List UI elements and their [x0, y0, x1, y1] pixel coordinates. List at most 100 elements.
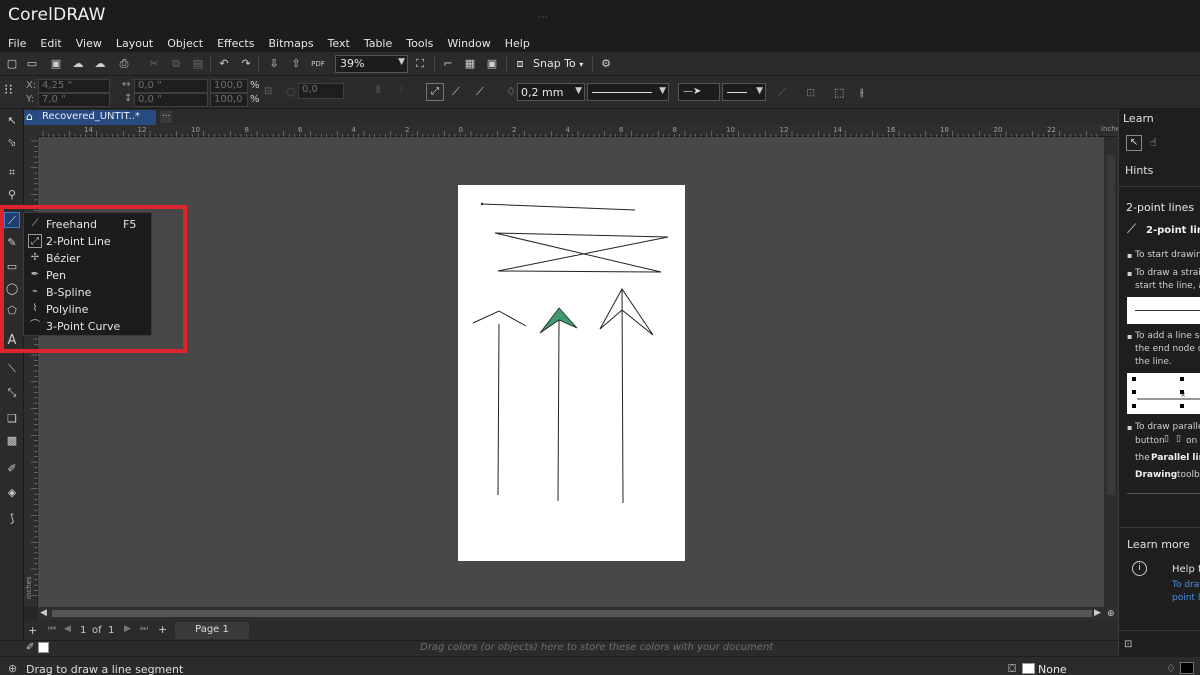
undo-icon[interactable]: ↶: [216, 56, 232, 72]
new-document-icon[interactable]: ▢: [4, 56, 20, 72]
export-icon[interactable]: ⇧: [288, 56, 304, 72]
two-point-mode-icon[interactable]: ⤢: [426, 83, 444, 101]
bounding-box-icon[interactable]: ⬚: [834, 86, 844, 99]
zoom-tool-icon[interactable]: ⚲: [4, 187, 20, 203]
help-topic-link[interactable]: point li: [1172, 593, 1200, 603]
end-arrowhead-combo[interactable]: ▼: [722, 83, 766, 101]
menu-layout[interactable]: Layout: [116, 37, 160, 50]
lock-ratio-icon[interactable]: ⊟: [264, 86, 272, 97]
redo-icon[interactable]: ↷: [238, 56, 254, 72]
hint-text: the end node of: [1135, 344, 1200, 354]
zoom-level-combo[interactable]: 39% ▼: [335, 55, 408, 73]
menu-file[interactable]: File: [8, 37, 33, 50]
import-icon[interactable]: ⇩: [266, 56, 282, 72]
scale-width-field[interactable]: 100,0: [210, 79, 248, 93]
line-style-combo[interactable]: ▼: [587, 83, 669, 101]
mirror-horizontal-icon[interactable]: ⫴: [376, 85, 380, 96]
home-icon[interactable]: ⌂: [26, 110, 33, 123]
menu-window[interactable]: Window: [447, 37, 497, 50]
menu-bitmaps[interactable]: Bitmaps: [268, 37, 320, 50]
cut-icon[interactable]: ✂: [146, 56, 162, 72]
parallel-dimension-icon[interactable]: ⟍: [4, 361, 20, 377]
tangent-line-icon[interactable]: ⟋: [476, 85, 484, 99]
scale-height-field[interactable]: 100,0: [210, 93, 248, 107]
full-screen-icon[interactable]: ⛶: [412, 56, 428, 72]
publish-pdf-icon[interactable]: PDF: [310, 56, 326, 72]
pick-tool-icon[interactable]: ↖: [4, 113, 20, 129]
add-page-before-icon[interactable]: +: [28, 624, 37, 637]
next-page-icon[interactable]: ▶: [124, 624, 131, 634]
smart-fill-icon[interactable]: ⟆: [4, 511, 20, 527]
last-page-icon[interactable]: ⏭: [140, 624, 148, 634]
document-tab[interactable]: Recovered_UNTIT..*: [24, 110, 156, 125]
scroll-right-icon[interactable]: ▶: [1094, 608, 1101, 618]
hint-text: To add a line seg: [1135, 331, 1200, 341]
shape-tool-icon[interactable]: ⬂: [4, 135, 20, 151]
hints-hand-icon[interactable]: ☝: [1150, 136, 1157, 149]
rotation-angle-field[interactable]: 0,0: [298, 83, 344, 99]
menu-view[interactable]: View: [76, 37, 109, 50]
align-distribute-icon[interactable]: ⫲: [860, 86, 864, 100]
options-gear-icon[interactable]: ⚙: [598, 56, 614, 72]
help-topic-title: Help t: [1172, 564, 1200, 575]
docker-tab-learn[interactable]: Learn: [1123, 112, 1154, 125]
drop-shadow-icon[interactable]: ❑: [4, 411, 20, 427]
menu-text[interactable]: Text: [328, 37, 357, 50]
y-position-field[interactable]: 7,0 ": [38, 93, 110, 107]
add-page-after-icon[interactable]: +: [158, 623, 167, 636]
fill-none-swatch[interactable]: [1022, 663, 1035, 674]
hints-pointer-icon[interactable]: ↖: [1126, 135, 1142, 151]
ruler-origin[interactable]: [24, 125, 38, 137]
x-position-field[interactable]: 4,25 ": [38, 79, 110, 93]
menu-help[interactable]: Help: [505, 37, 537, 50]
horizontal-scroll-thumb[interactable]: [52, 610, 1092, 617]
eyedropper-icon[interactable]: ✐: [4, 461, 20, 477]
previous-page-icon[interactable]: ◀: [64, 624, 71, 634]
width-field[interactable]: 0,0 ": [134, 79, 208, 93]
copy-icon[interactable]: ⧉: [168, 56, 184, 72]
cloud-save-icon[interactable]: ☁: [70, 56, 86, 72]
transparency-icon[interactable]: ▩: [4, 433, 20, 449]
menu-edit[interactable]: Edit: [40, 37, 68, 50]
menu-effects[interactable]: Effects: [217, 37, 261, 50]
rulers-icon[interactable]: ⌐: [440, 56, 456, 72]
perpendicular-line-icon[interactable]: ⟋: [452, 85, 460, 99]
connector-tool-icon[interactable]: ⤡: [4, 385, 20, 401]
navigator-icon[interactable]: ⊕: [1107, 609, 1115, 619]
cloud-upload-icon[interactable]: ☁: [92, 56, 108, 72]
more-tabs-icon[interactable]: ⋯: [160, 111, 172, 123]
reverse-direction-icon[interactable]: ⟋: [778, 86, 786, 100]
snap-to-button[interactable]: Snap To ▾: [533, 56, 583, 72]
outline-color-swatch[interactable]: [1180, 662, 1194, 674]
document-page[interactable]: [458, 185, 685, 561]
menu-object[interactable]: Object: [167, 37, 210, 50]
vertical-scroll-thumb[interactable]: [1107, 155, 1115, 495]
guidelines-icon[interactable]: ▣: [484, 56, 500, 72]
crop-tool-icon[interactable]: ⌗: [4, 165, 20, 181]
object-origin-icon[interactable]: ⁝⁝: [4, 82, 13, 98]
outline-width-combo[interactable]: 0,2 mm ▼: [517, 83, 585, 101]
info-plus-icon[interactable]: ⊕: [8, 662, 17, 675]
no-color-swatch[interactable]: [38, 642, 49, 653]
height-field[interactable]: 0,0 ": [134, 93, 208, 107]
scroll-left-icon[interactable]: ◀: [40, 608, 47, 618]
snap-icon[interactable]: ⧈: [512, 56, 528, 72]
start-arrowhead-combo[interactable]: —➤: [678, 83, 720, 101]
grid-icon[interactable]: ▦: [462, 56, 478, 72]
print-icon[interactable]: ⎙: [116, 56, 132, 72]
menu-tools[interactable]: Tools: [406, 37, 440, 50]
page-tab[interactable]: Page 1: [175, 622, 249, 639]
mirror-vertical-icon[interactable]: ⫶: [400, 85, 403, 96]
ruler-ticks: 14 12 10 8 6 4 2 0 2 4 6 8 10 12 14 16 18 20 22: [42, 126, 1098, 137]
interactive-fill-icon[interactable]: ◈: [4, 485, 20, 501]
menu-table[interactable]: Table: [364, 37, 399, 50]
open-icon[interactable]: ▭: [24, 56, 40, 72]
help-topic-link[interactable]: To draw: [1172, 580, 1200, 590]
eyedropper-small-icon[interactable]: ✐: [26, 642, 34, 653]
horizontal-ruler[interactable]: 14 12 10 8 6 4 2 0 2 4 6 8 10 12 14 16 18 20 22 inches: [38, 125, 1124, 137]
close-curve-icon[interactable]: ⊡: [806, 86, 815, 99]
docker-lock-icon[interactable]: ⊡: [1124, 639, 1132, 650]
paste-icon[interactable]: ▤: [190, 56, 206, 72]
first-page-icon[interactable]: ⏮: [48, 624, 56, 634]
save-icon[interactable]: ▣: [48, 56, 64, 72]
